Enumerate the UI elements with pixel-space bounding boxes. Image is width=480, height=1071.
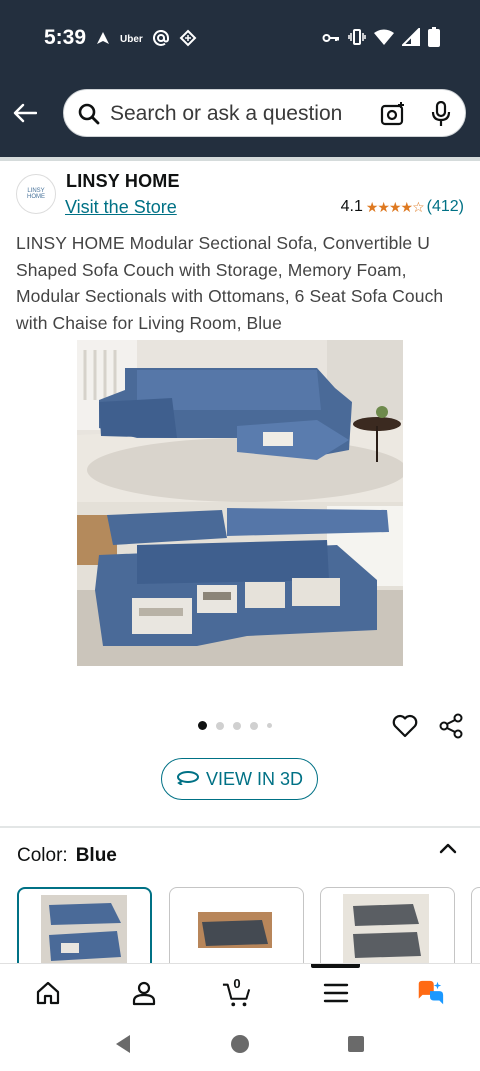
star-rating-icon: ★★★★☆ xyxy=(365,198,425,215)
carousel-dot[interactable] xyxy=(216,721,224,730)
at-icon xyxy=(152,29,169,49)
color-swatch-grey[interactable] xyxy=(320,887,455,967)
camera-search-icon[interactable] xyxy=(380,101,406,132)
product-image[interactable] xyxy=(77,340,403,666)
image-carousel-dots[interactable] xyxy=(198,721,272,730)
search-header xyxy=(0,76,480,158)
carousel-dot[interactable] xyxy=(250,721,258,730)
visit-store-link[interactable]: Visit the Store xyxy=(65,197,177,218)
header-divider xyxy=(0,157,480,161)
search-icon xyxy=(78,103,100,130)
account-icon[interactable] xyxy=(129,978,159,1008)
rotate-3d-icon xyxy=(176,769,200,790)
color-value: Blue xyxy=(75,845,117,866)
carousel-dot[interactable] xyxy=(267,723,272,728)
cart-icon[interactable]: 0 xyxy=(222,976,252,1008)
chevron-up-icon[interactable] xyxy=(438,838,458,858)
microphone-icon[interactable] xyxy=(430,100,452,132)
navigation-icon xyxy=(96,31,110,48)
system-recents-icon[interactable] xyxy=(347,1035,365,1058)
wishlist-heart-icon[interactable] xyxy=(392,713,418,739)
color-selector-header[interactable]: Color: Blue xyxy=(17,845,117,867)
clock: 5:39 xyxy=(44,26,87,49)
key-icon xyxy=(322,31,340,49)
uber-icon: Uber xyxy=(120,34,143,45)
back-button[interactable] xyxy=(10,98,40,128)
wifi-icon xyxy=(374,29,394,50)
rating-value: 4.1 xyxy=(340,198,363,215)
rating-summary[interactable]: 4.1 ★★★★☆ (412) xyxy=(341,198,464,216)
home-icon[interactable] xyxy=(33,978,63,1008)
signal-icon xyxy=(400,26,420,51)
carousel-dot[interactable] xyxy=(233,721,241,730)
system-home-icon[interactable] xyxy=(230,1034,250,1059)
menu-icon[interactable] xyxy=(321,978,351,1008)
color-label: Color: xyxy=(17,845,68,866)
sync-icon xyxy=(179,29,197,50)
store-name: LINSY HOME xyxy=(66,171,180,191)
system-back-icon[interactable] xyxy=(114,1034,132,1059)
share-icon[interactable] xyxy=(438,713,464,739)
active-tab-indicator xyxy=(311,964,360,968)
section-divider xyxy=(0,826,480,828)
carousel-dot[interactable] xyxy=(198,721,207,730)
view-in-3d-label: VIEW IN 3D xyxy=(205,768,303,789)
system-navigation-bar xyxy=(0,1018,480,1071)
battery-icon xyxy=(428,27,440,52)
store-logo-text: LINSY HOME xyxy=(27,188,45,200)
color-swatches xyxy=(0,887,480,967)
color-swatch-blue[interactable] xyxy=(17,887,152,967)
view-in-3d-button[interactable]: VIEW IN 3D xyxy=(161,758,318,800)
rufus-icon[interactable] xyxy=(415,978,445,1008)
color-swatch-dark-grey[interactable] xyxy=(169,887,304,967)
back-arrow-icon xyxy=(13,103,37,123)
color-swatch-more[interactable] xyxy=(471,887,480,967)
cart-count: 0 xyxy=(233,976,241,991)
search-input[interactable] xyxy=(110,99,370,129)
vibrate-icon xyxy=(348,29,366,50)
store-logo[interactable]: LINSY HOME xyxy=(16,174,56,214)
product-title: LINSY HOME Modular Sectional Sofa, Conve… xyxy=(16,233,444,334)
status-bar: 5:39 Uber xyxy=(0,0,480,76)
bottom-navigation: 0 xyxy=(0,963,480,1018)
review-count: (412) xyxy=(426,198,464,215)
search-bar[interactable] xyxy=(63,89,466,137)
